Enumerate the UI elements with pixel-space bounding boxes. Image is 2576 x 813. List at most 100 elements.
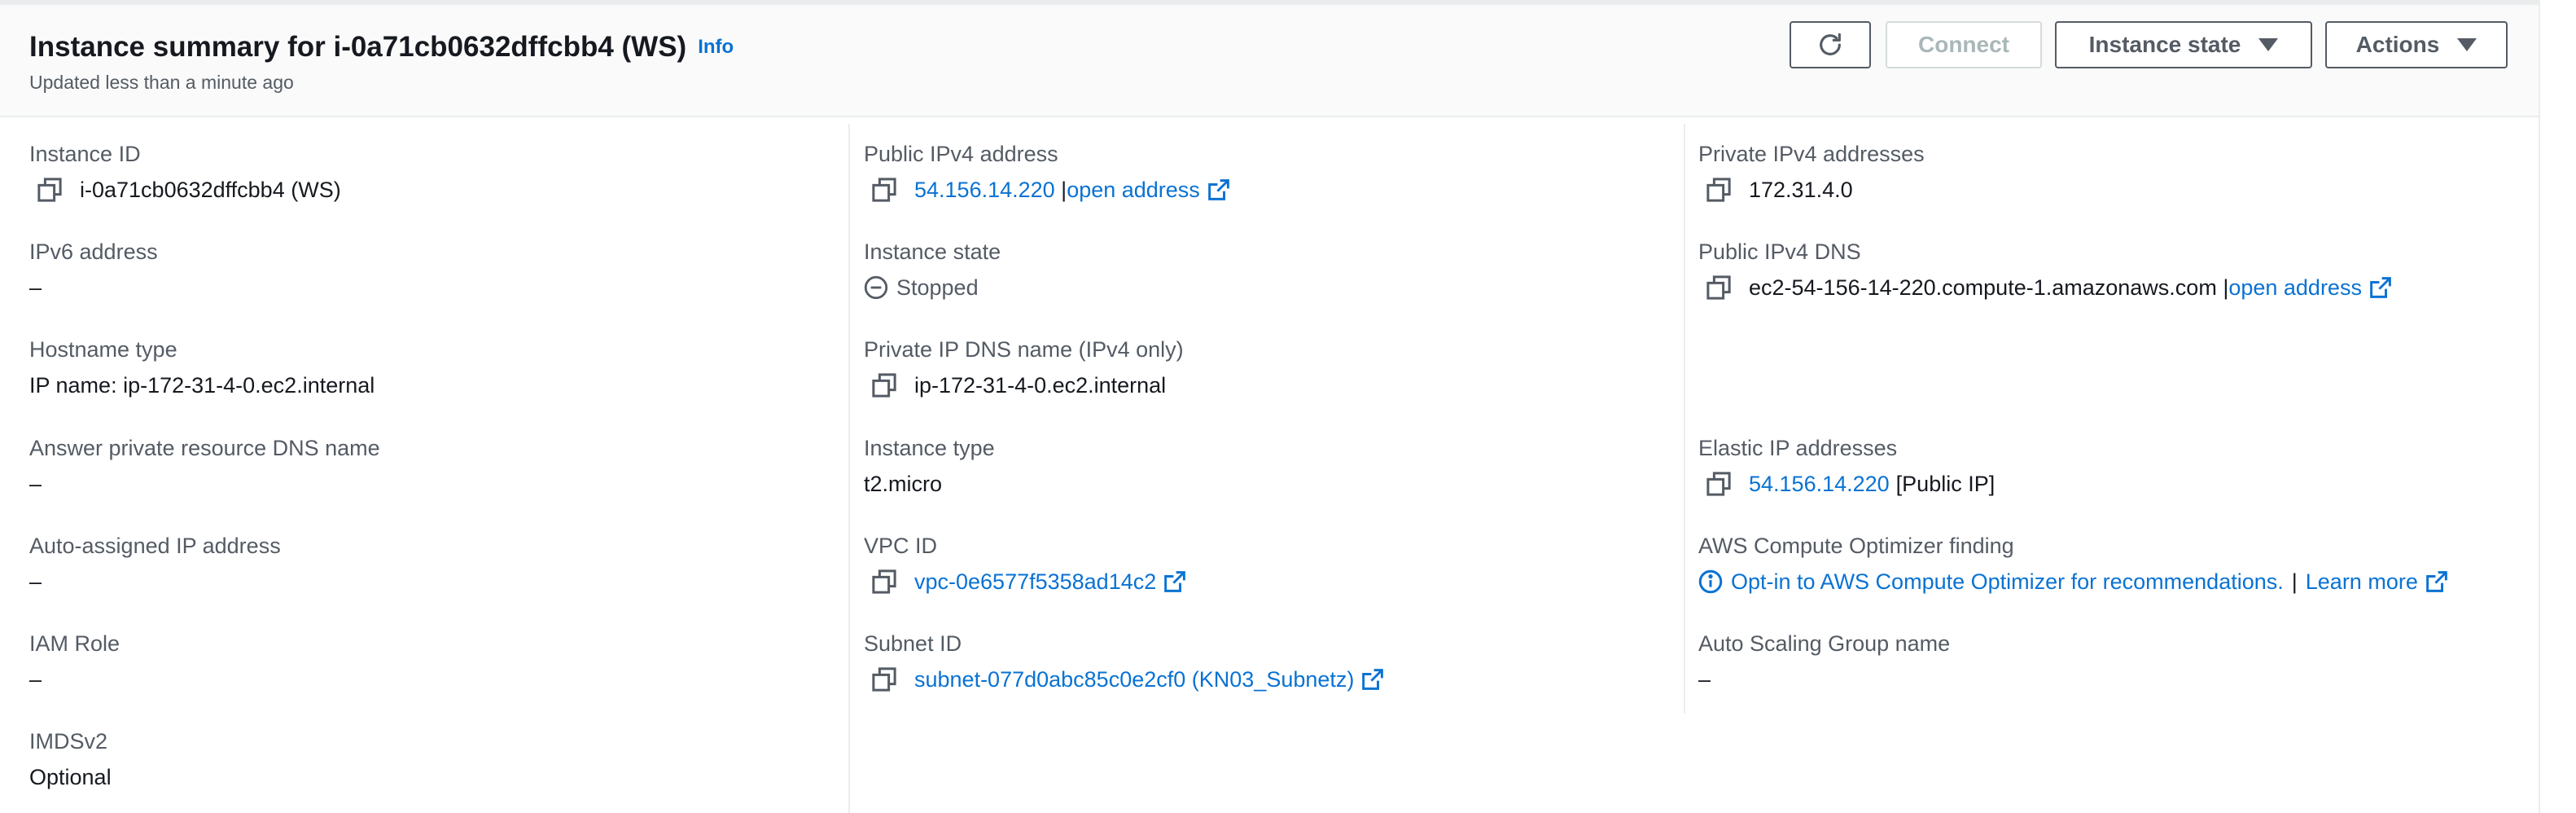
instance-id-value: i-0a71cb0632dffcbb4 (WS) <box>80 178 341 202</box>
copy-icon[interactable] <box>37 178 62 202</box>
field-label: Hostname type <box>29 337 177 362</box>
optimizer-opt-in-link[interactable]: Opt-in to AWS Compute Optimizer for reco… <box>1731 568 2284 595</box>
field-label: Private IP DNS name (IPv4 only) <box>864 337 1184 362</box>
field-imdsv2: IMDSv2 Optional <box>29 727 112 791</box>
column-divider <box>1684 124 1685 714</box>
field-ipv6: IPv6 address – <box>29 238 158 301</box>
stopped-status-icon <box>864 275 888 300</box>
info-icon <box>1698 569 1723 594</box>
panel-right-border <box>2539 0 2540 813</box>
field-label: Public IPv4 DNS <box>1698 240 1861 264</box>
external-link-icon[interactable] <box>1164 571 1186 592</box>
field-value: vpc-0e6577f5358ad14c2 <box>864 568 1186 595</box>
info-link[interactable]: Info <box>698 36 734 58</box>
field-label: Auto Scaling Group name <box>1698 631 1951 656</box>
field-label: Instance type <box>864 436 995 460</box>
public-dns-value: ec2-54-156-14-220.compute-1.amazonaws.co… <box>1749 275 2217 300</box>
vpc-id-link[interactable]: vpc-0e6577f5358ad14c2 <box>914 568 1156 595</box>
field-label: Instance state <box>864 240 1001 264</box>
field-value: 54.156.14.220 [Public IP] <box>1698 470 1995 498</box>
external-link-icon[interactable] <box>2370 277 2391 298</box>
field-label: Instance ID <box>29 142 141 166</box>
copy-icon[interactable] <box>1706 178 1731 202</box>
field-value: i-0a71cb0632dffcbb4 (WS) <box>29 176 341 204</box>
field-label: AWS Compute Optimizer finding <box>1698 534 2014 558</box>
refresh-button[interactable] <box>1790 21 1871 68</box>
field-label: VPC ID <box>864 534 938 558</box>
field-value: subnet-077d0abc85c0e2cf0 (KN03_Subnetz) <box>864 666 1384 693</box>
instance-state-button-label: Instance state <box>2088 32 2241 57</box>
caret-down-icon <box>2457 38 2477 51</box>
field-value: ec2-54-156-14-220.compute-1.amazonaws.co… <box>1698 274 2391 301</box>
field-value: Optional <box>29 765 112 789</box>
field-label: Auto-assigned IP address <box>29 534 281 558</box>
private-dns-value: ip-172-31-4-0.ec2.internal <box>914 373 1167 398</box>
field-elastic-ip: Elastic IP addresses 54.156.14.220 [Publ… <box>1698 434 1995 498</box>
field-label: Elastic IP addresses <box>1698 436 1898 460</box>
field-public-ipv4: Public IPv4 address 54.156.14.220 | open… <box>864 140 1229 204</box>
field-value: ip-172-31-4-0.ec2.internal <box>864 371 1184 399</box>
subnet-id-link[interactable]: subnet-077d0abc85c0e2cf0 (KN03_Subnetz) <box>914 666 1354 693</box>
copy-icon[interactable] <box>872 373 896 398</box>
connect-button[interactable]: Connect <box>1886 21 2042 68</box>
field-vpc-id: VPC ID vpc-0e6577f5358ad14c2 <box>864 532 1186 595</box>
copy-icon[interactable] <box>872 569 896 594</box>
field-auto-ip: Auto-assigned IP address – <box>29 532 281 595</box>
field-subnet-id: Subnet ID subnet-077d0abc85c0e2cf0 (KN03… <box>864 630 1384 693</box>
field-iam-role: IAM Role – <box>29 630 120 693</box>
page-title: Instance summary for i-0a71cb0632dffcbb4… <box>29 31 734 64</box>
separator: | <box>2291 569 2298 594</box>
learn-more-link[interactable]: Learn more <box>2306 568 2418 595</box>
summary-header: Instance summary for i-0a71cb0632dffcbb4… <box>0 5 2539 117</box>
open-address-link[interactable]: open address <box>1067 176 1200 204</box>
actions-button-label: Actions <box>2355 32 2440 57</box>
field-value: – <box>29 472 42 496</box>
field-instance-type: Instance type t2.micro <box>864 434 995 498</box>
page-title-text: Instance summary for i-0a71cb0632dffcbb4… <box>29 31 687 63</box>
field-private-dns: Private IP DNS name (IPv4 only) ip-172-3… <box>864 336 1184 399</box>
field-asg-name: Auto Scaling Group name – <box>1698 630 1950 693</box>
field-value: 54.156.14.220 | open address <box>864 176 1229 204</box>
elastic-ip-suffix: [Public IP] <box>1895 472 1996 496</box>
field-label: IPv6 address <box>29 240 158 264</box>
refresh-icon <box>1820 33 1841 55</box>
field-value: IP name: ip-172-31-4-0.ec2.internal <box>29 373 375 398</box>
field-hostname-type: Hostname type IP name: ip-172-31-4-0.ec2… <box>29 336 375 399</box>
field-public-dns: Public IPv4 DNS ec2-54-156-14-220.comput… <box>1698 238 2391 301</box>
field-instance-id: Instance ID i-0a71cb0632dffcbb4 (WS) <box>29 140 341 204</box>
field-value: Stopped <box>864 274 1001 301</box>
separator: | <box>1054 178 1067 202</box>
actions-button[interactable]: Actions <box>2325 21 2508 68</box>
field-value: – <box>29 569 42 594</box>
column-divider <box>848 124 850 813</box>
separator: | <box>2216 275 2229 300</box>
caret-down-icon <box>2258 38 2279 51</box>
instance-state-button[interactable]: Instance state <box>2055 21 2312 68</box>
field-instance-state: Instance state Stopped <box>864 238 1001 301</box>
external-link-icon[interactable] <box>2426 571 2447 592</box>
copy-icon[interactable] <box>1706 275 1731 300</box>
public-ipv4-link[interactable]: 54.156.14.220 <box>914 176 1055 204</box>
field-value: – <box>1698 667 1711 692</box>
copy-icon[interactable] <box>872 178 896 202</box>
private-ipv4-value: 172.31.4.0 <box>1749 178 1853 202</box>
field-private-ipv4: Private IPv4 addresses 172.31.4.0 <box>1698 140 1925 204</box>
copy-icon[interactable] <box>872 667 896 692</box>
field-value: t2.micro <box>864 472 943 496</box>
field-value: – <box>29 275 42 300</box>
field-compute-optimizer: AWS Compute Optimizer finding Opt-in to … <box>1698 532 2447 595</box>
open-address-link[interactable]: open address <box>2228 274 2362 301</box>
external-link-icon[interactable] <box>1362 669 1384 690</box>
copy-icon[interactable] <box>1706 472 1731 496</box>
field-label: Public IPv4 address <box>864 142 1058 166</box>
connect-button-label: Connect <box>1918 32 2009 57</box>
field-label: IAM Role <box>29 631 120 656</box>
field-label: IMDSv2 <box>29 729 108 754</box>
instance-state-value: Stopped <box>896 275 979 300</box>
field-value: 172.31.4.0 <box>1698 176 1925 204</box>
field-label: Private IPv4 addresses <box>1698 142 1925 166</box>
elastic-ip-link[interactable]: 54.156.14.220 <box>1749 470 1890 498</box>
field-label: Subnet ID <box>864 631 962 656</box>
field-value: – <box>29 667 42 692</box>
external-link-icon[interactable] <box>1207 179 1229 200</box>
